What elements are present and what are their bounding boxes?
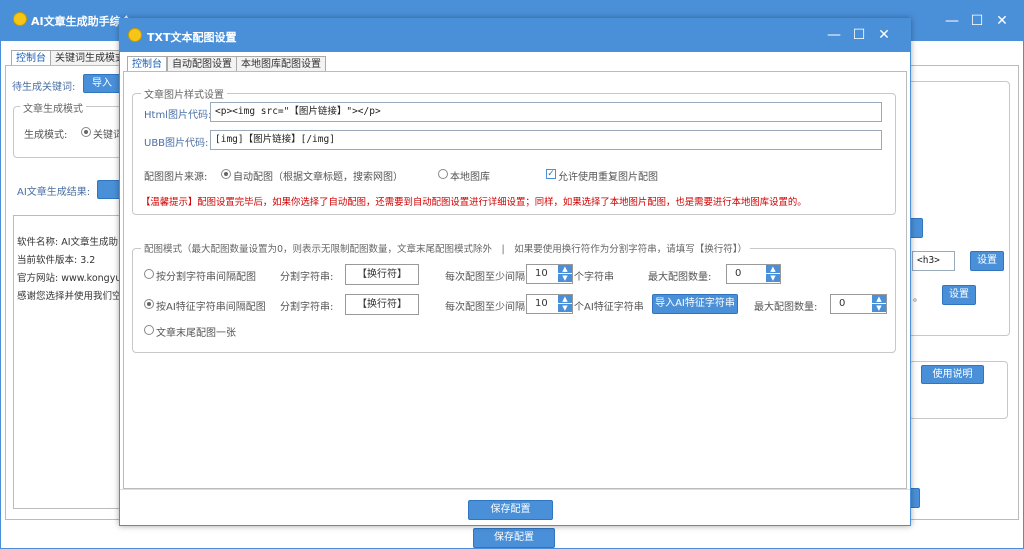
stepper-up-icon[interactable]: ▲: [558, 295, 572, 304]
source-label: 配图图片来源:: [144, 172, 208, 183]
ai-interval-stepper[interactable]: 10 ▲ ▼: [526, 294, 573, 314]
ai-sep-label: 分割字符串:: [280, 302, 334, 313]
main-save-button[interactable]: 保存配置: [473, 528, 555, 548]
ai-interval-value: 10: [535, 298, 548, 309]
dialog-tab-console[interactable]: 控制台: [127, 56, 167, 72]
ai-max-stepper[interactable]: 0 ▲ ▼: [830, 294, 887, 314]
ai-interval-unit: 个AI特征字符串: [574, 302, 644, 313]
image-settings-dialog: TXT文本配图设置 — ☐ ✕ 控制台 自动配图设置 本地图库配图设置 文章图片…: [119, 18, 911, 526]
dialog-close-icon[interactable]: ✕: [874, 25, 894, 45]
end-mode-radio[interactable]: [144, 325, 154, 335]
dialog-footer-divider: [120, 489, 910, 490]
source-local-label: 本地图库: [450, 172, 490, 183]
log-textarea[interactable]: 软件名称: AI文章生成助 当前软件版本: 3.2 官方网站: www.kong…: [13, 215, 123, 509]
split-interval-unit: 个字符串: [574, 272, 614, 283]
ai-mode-radio[interactable]: [144, 299, 154, 309]
log-line: 感谢您选择并使用我们空: [17, 291, 122, 302]
ai-sep-input[interactable]: 【换行符】: [345, 294, 419, 315]
ai-mode-label: 按AI特征字符串间隔配图: [156, 302, 266, 313]
stepper-up-icon[interactable]: ▲: [558, 265, 572, 274]
split-interval-stepper[interactable]: 10 ▲ ▼: [526, 264, 573, 284]
save-config-button[interactable]: 保存配置: [468, 500, 553, 520]
source-local-radio[interactable]: [438, 169, 448, 179]
dialog-logo-icon: [128, 28, 142, 42]
split-interval-label: 每次配图至少间隔: [445, 272, 525, 283]
ai-interval-label: 每次配图至少间隔: [445, 302, 525, 313]
split-sep-label: 分割字符串:: [280, 272, 334, 283]
tag-settings-button[interactable]: 设置: [970, 251, 1004, 271]
right-settings-button[interactable]: 设置: [942, 285, 976, 305]
maximize-icon[interactable]: ☐: [967, 11, 987, 31]
dialog-minimize-icon[interactable]: —: [824, 25, 844, 45]
stepper-down-icon[interactable]: ▼: [558, 274, 572, 283]
split-mode-label: 按分割字符串间隔配图: [156, 272, 256, 283]
split-max-value: 0: [735, 268, 742, 279]
html-code-input[interactable]: <p><img src="【图片链接】"></p>: [210, 102, 882, 122]
mode-label: 生成模式:: [24, 130, 68, 141]
log-line: 软件名称: AI文章生成助: [17, 237, 119, 248]
split-interval-value: 10: [535, 268, 548, 279]
main-tab-keyword[interactable]: 关键词生成模式: [50, 50, 130, 66]
source-auto-radio[interactable]: [221, 169, 231, 179]
ubb-code-label: UBB图片代码:: [144, 138, 209, 149]
stepper-down-icon[interactable]: ▼: [766, 274, 780, 283]
stepper-up-icon[interactable]: ▲: [872, 295, 886, 304]
warning-text: 【温馨提示】配图设置完毕后，如果你选择了自动配图，还需要到自动配图设置进行详细设…: [141, 197, 807, 208]
source-auto-label: 自动配图（根据文章标题，搜索网图）: [233, 172, 403, 183]
html-code-label: Html图片代码:: [144, 110, 212, 121]
ai-max-value: 0: [839, 298, 846, 309]
split-max-label: 最大配图数量:: [648, 272, 712, 283]
split-max-stepper[interactable]: 0 ▲ ▼: [726, 264, 781, 284]
import-ai-strings-button[interactable]: 导入AI特征字符串: [652, 294, 738, 314]
ubb-code-input[interactable]: [img]【图片链接】[/img]: [210, 130, 882, 150]
image-mode-legend: 配图模式（最大配图数量设置为0，则表示无限制配图数量，文章末尾配图模式除外 | …: [141, 241, 750, 255]
import-button[interactable]: 导入: [83, 74, 121, 93]
mode-group-legend: 文章生成模式: [20, 100, 86, 115]
dialog-title: TXT文本配图设置: [147, 31, 237, 44]
keyword-label: 待生成关键词:: [12, 82, 76, 93]
minimize-icon[interactable]: —: [942, 11, 962, 31]
allow-repeat-label: 允许使用重复图片配图: [558, 172, 658, 183]
log-line: 官方网站: www.kongyue.: [17, 273, 123, 284]
mode-radio[interactable]: [81, 127, 91, 137]
split-mode-radio[interactable]: [144, 269, 154, 279]
stepper-up-icon[interactable]: ▲: [766, 265, 780, 274]
result-label: AI文章生成结果:: [17, 187, 91, 198]
dialog-tab-auto[interactable]: 自动配图设置: [167, 56, 237, 72]
log-line: 当前软件版本: 3.2: [17, 255, 96, 266]
dialog-tab-local[interactable]: 本地图库配图设置: [236, 56, 326, 72]
tag-input[interactable]: <h3>: [912, 251, 955, 271]
stepper-down-icon[interactable]: ▼: [872, 304, 886, 313]
split-sep-input[interactable]: 【换行符】: [345, 264, 419, 285]
main-tab-console[interactable]: 控制台: [11, 50, 51, 66]
stepper-down-icon[interactable]: ▼: [558, 304, 572, 313]
end-mode-label: 文章末尾配图一张: [156, 328, 236, 339]
dialog-titlebar[interactable]: TXT文本配图设置 — ☐ ✕: [120, 19, 910, 52]
allow-repeat-checkbox[interactable]: ✓: [546, 169, 556, 179]
app-logo-icon: [13, 12, 27, 26]
close-icon[interactable]: ✕: [992, 11, 1012, 31]
ai-max-label: 最大配图数量:: [754, 302, 818, 313]
result-button[interactable]: [97, 180, 121, 199]
dialog-maximize-icon[interactable]: ☐: [849, 25, 869, 45]
usage-button[interactable]: 使用说明: [921, 365, 984, 384]
right-dot-label: 。: [913, 293, 923, 304]
style-group-legend: 文章图片样式设置: [141, 86, 227, 101]
main-window-title: AI文章生成助手综合: [31, 15, 132, 28]
